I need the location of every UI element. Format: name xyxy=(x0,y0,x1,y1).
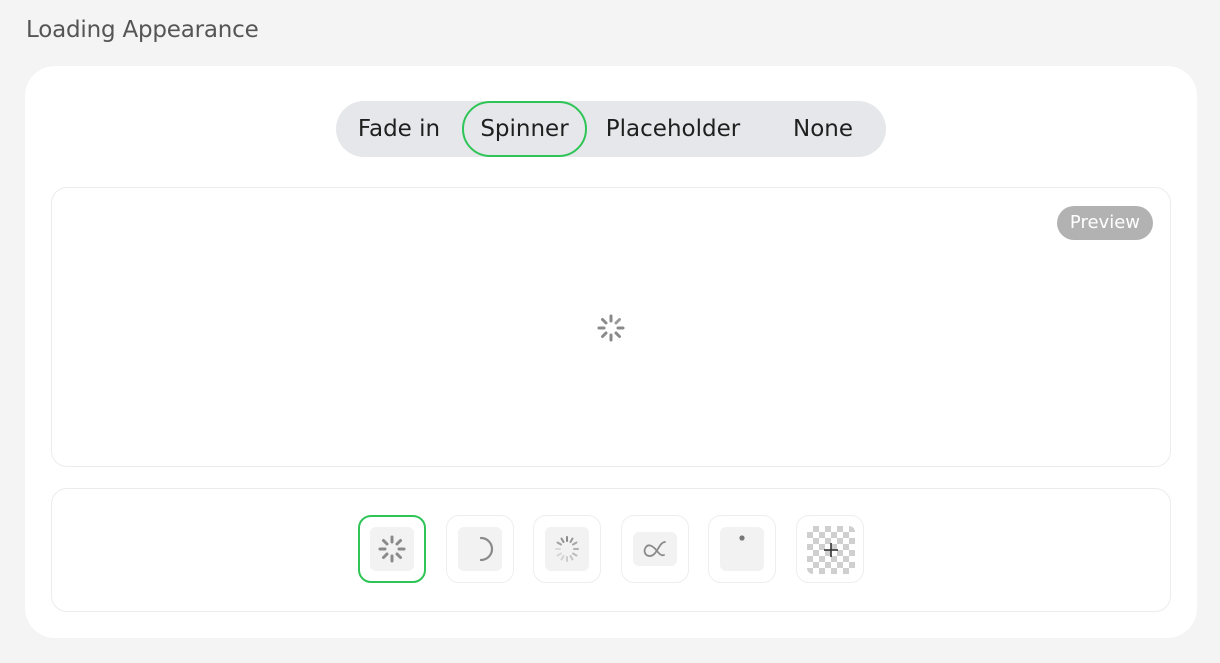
preview-area: Preview xyxy=(51,187,1171,467)
spinner-dots-icon xyxy=(378,535,406,563)
loading-appearance-card: Fade in Spinner Placeholder None Preview xyxy=(25,66,1197,638)
spinner-ring-dots-icon xyxy=(555,536,579,562)
transparent-checkerboard xyxy=(807,526,855,574)
spinner-option-single-dot[interactable] xyxy=(708,515,776,583)
tile-background xyxy=(720,527,764,571)
spinner-arc-icon xyxy=(479,536,494,562)
tab-fade-in[interactable]: Fade in xyxy=(336,101,462,157)
tab-spinner[interactable]: Spinner xyxy=(462,101,587,157)
spinner-infinity-icon xyxy=(643,541,666,557)
spinner-dots-icon xyxy=(597,314,625,342)
section-title: Loading Appearance xyxy=(26,17,259,43)
spinner-single-dot-icon xyxy=(739,535,745,541)
spinner-option-ring-dots[interactable] xyxy=(533,515,601,583)
loading-mode-segmented-control: Fade in Spinner Placeholder None xyxy=(336,101,886,157)
spinner-option-dots[interactable] xyxy=(358,515,426,583)
tab-none[interactable]: None xyxy=(760,101,886,157)
tile-background xyxy=(370,527,414,571)
spinner-option-custom[interactable] xyxy=(796,515,864,583)
tile-background xyxy=(545,527,589,571)
spinner-option-infinity[interactable] xyxy=(621,515,689,583)
custom-upload-plus-icon xyxy=(824,543,838,557)
tile-background xyxy=(458,527,502,571)
spinner-option-arc[interactable] xyxy=(446,515,514,583)
tab-placeholder[interactable]: Placeholder xyxy=(586,101,760,157)
tile-background xyxy=(633,532,677,566)
preview-badge: Preview xyxy=(1056,206,1153,240)
spinner-style-picker xyxy=(51,488,1171,612)
